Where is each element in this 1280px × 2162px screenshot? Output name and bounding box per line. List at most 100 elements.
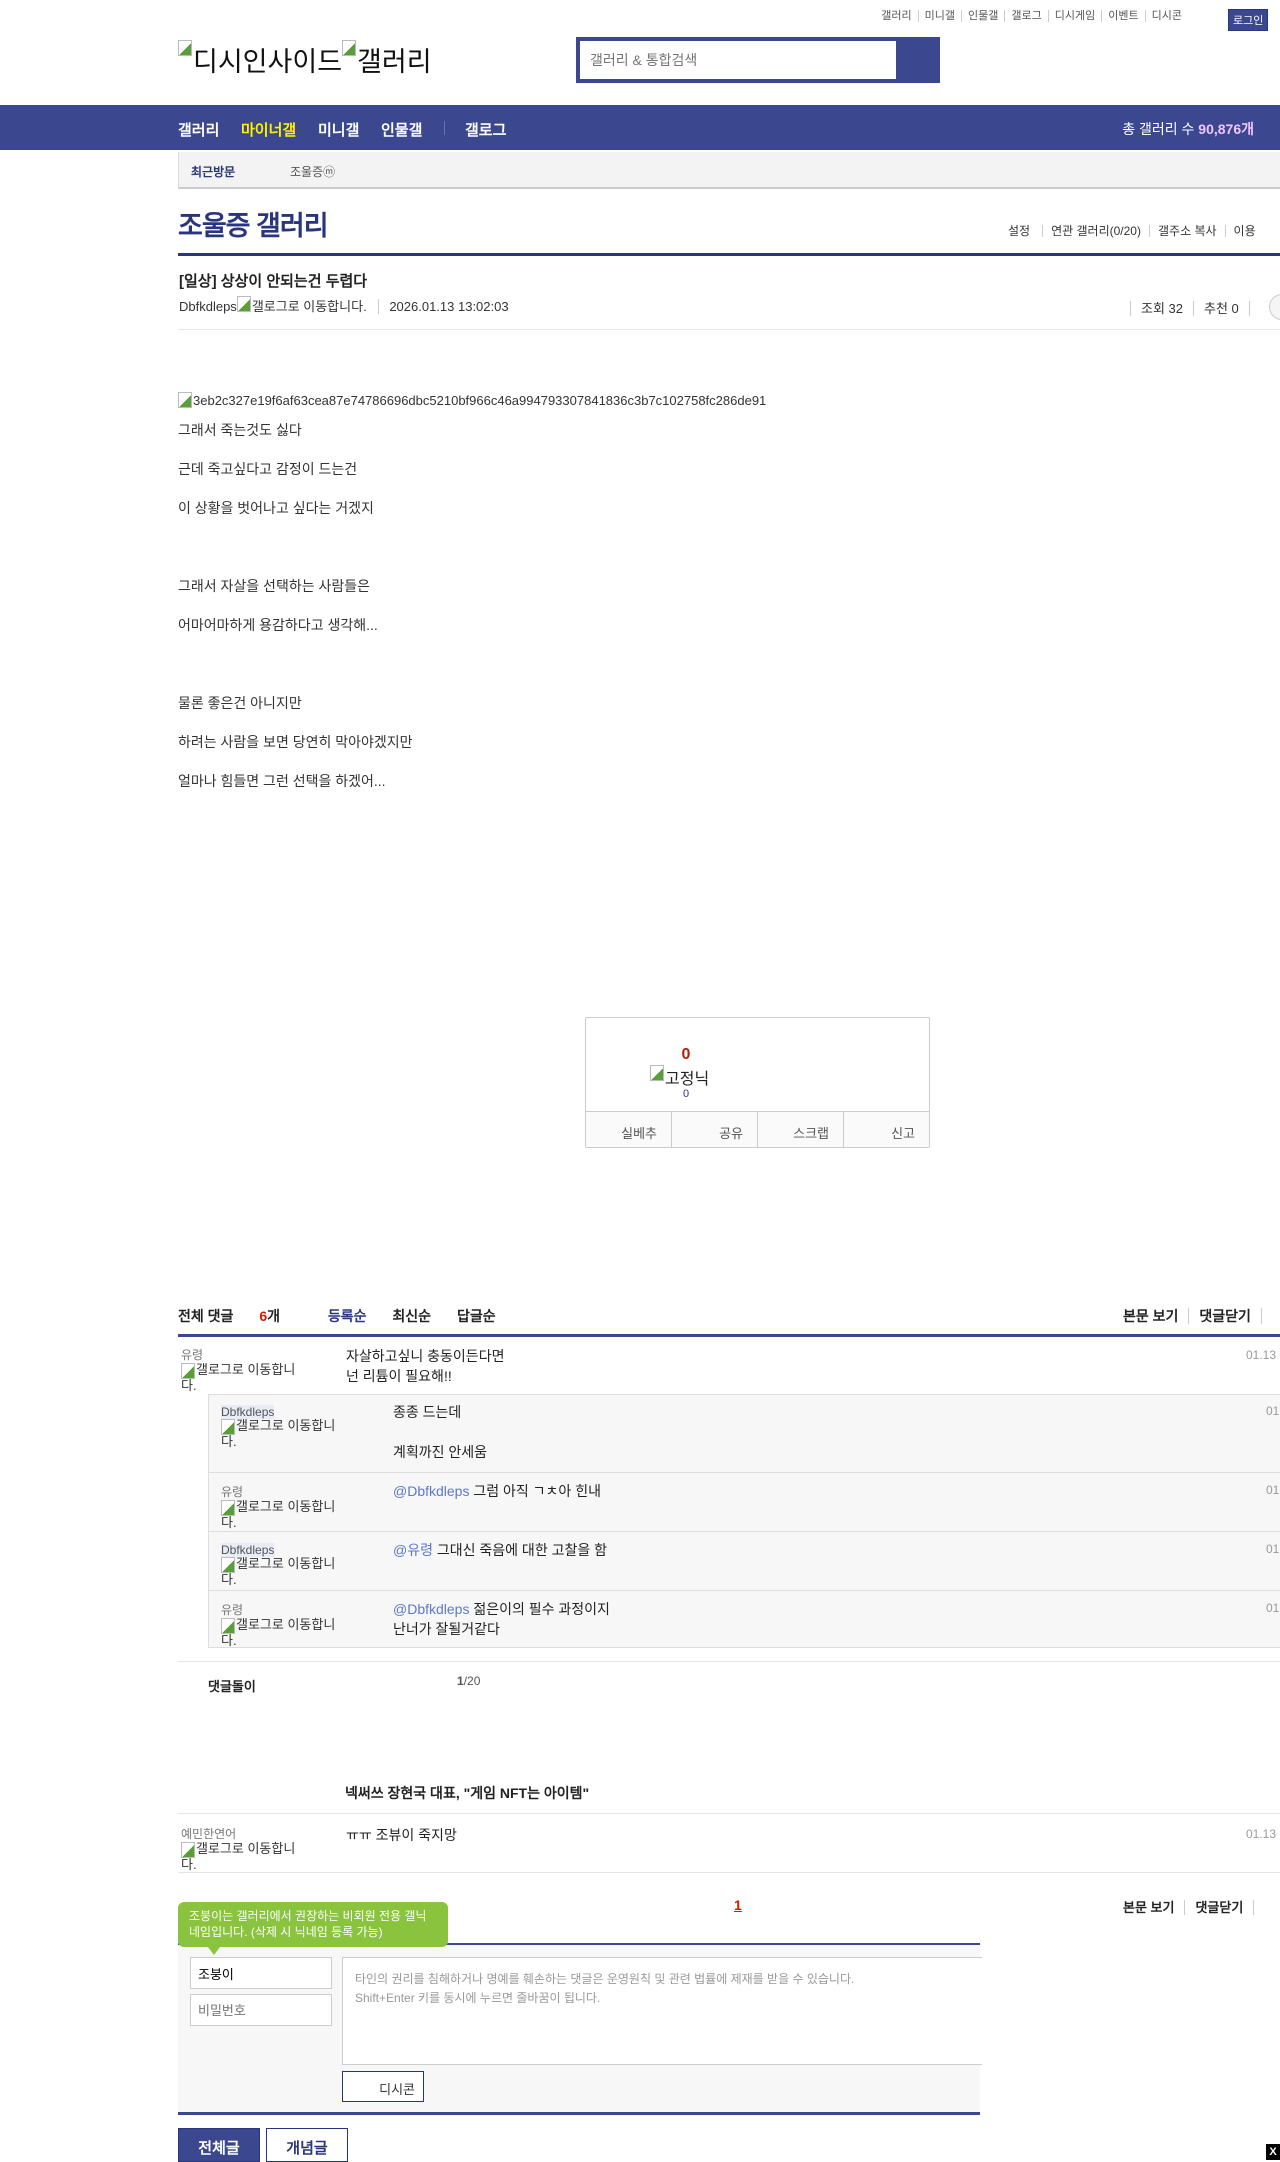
comment-page-current[interactable]: 1 xyxy=(734,1897,742,1913)
fixed-nick-label: 고정닉 xyxy=(665,1071,710,1088)
reply-item: 유령 갤로그로 이동합니다. @Dbfkdleps 그럼 아직 ㄱㅊ아 힌내 01… xyxy=(209,1472,1280,1531)
reply-mention[interactable]: @Dbfkdleps xyxy=(393,1483,469,1499)
post-line xyxy=(178,537,766,576)
post-line xyxy=(178,654,766,693)
logo[interactable]: 디시인사이드 갤러리 xyxy=(178,40,432,79)
broken-image-icon xyxy=(221,1419,235,1435)
post-line: 근데 죽고싶다고 감정이 드는건 xyxy=(178,461,358,477)
comment-nick[interactable]: 예민한연어 xyxy=(181,1825,306,1842)
broken-image-icon xyxy=(178,40,192,56)
more-button[interactable] xyxy=(1269,294,1280,320)
usage-link[interactable]: 이용 xyxy=(1224,225,1264,237)
settings-link[interactable]: 설정 xyxy=(1000,225,1042,237)
best-posts-button[interactable]: 개념글 xyxy=(266,2128,348,2162)
search-input[interactable] xyxy=(580,41,896,79)
recent-gallery-link[interactable]: 조울증ⓜ xyxy=(290,163,335,180)
gallog-link[interactable]: 갤로그로 이동합니다. xyxy=(221,1499,335,1530)
post-author[interactable]: Dbfkdleps xyxy=(179,299,237,314)
nav-gallery[interactable]: 갤러리 xyxy=(178,119,219,140)
broken-image-icon xyxy=(342,40,357,56)
total-galleries: 총 갤러리 수 90,876개 xyxy=(1122,119,1254,139)
comment-bot-label: 댓글돌이 xyxy=(208,1679,256,1694)
broken-image-icon xyxy=(178,392,192,408)
divider xyxy=(178,1872,1280,1873)
login-button[interactable]: 로그인 xyxy=(1228,9,1269,31)
reply-item: Dbfkdleps갤로그로 이동합니다. 종종 드는데계획까진 안세움 01.1… xyxy=(209,1394,1280,1472)
recommend-box: 0 고정닉 0 실베추 공유 스크랩 신고 xyxy=(585,1017,930,1148)
gallog-link[interactable]: 갤로그로 이동합니다. xyxy=(181,1841,295,1872)
close-comments-link[interactable]: 댓글닫기 xyxy=(1188,1308,1261,1324)
real-best-button[interactable]: 실베추 xyxy=(586,1112,671,1147)
search-button[interactable] xyxy=(896,37,940,83)
sort-registered[interactable]: 등록순 xyxy=(328,1308,367,1324)
top-link[interactable]: 미니갤 xyxy=(917,10,961,22)
top-link[interactable]: 디시게임 xyxy=(1047,10,1101,22)
comment-total: 전체 댓글 6개 xyxy=(178,1308,302,1324)
top-link[interactable]: 인물갤 xyxy=(961,10,1004,22)
gallog-link[interactable]: 갤로그로 이동합니다. xyxy=(221,1556,335,1587)
gallog-link[interactable]: 갤로그로 이동합니다. xyxy=(221,1418,335,1449)
related-gallery-link[interactable]: 연관 갤러리(0/20) xyxy=(1042,225,1149,237)
reply-nick[interactable]: 유령 xyxy=(221,1603,243,1617)
nav-divider xyxy=(444,121,445,135)
post-image: 3eb2c327e19f6af63cea87e74786696dbc5210bf… xyxy=(178,392,766,420)
gallog-link[interactable]: 갤로그로 이동합니다. xyxy=(252,299,367,314)
close-ad-button[interactable]: X xyxy=(1266,2144,1280,2160)
post-line: 어마어마하게 용감하다고 생각해... xyxy=(178,617,378,633)
top-link[interactable]: 이벤트 xyxy=(1101,10,1144,22)
total-value: 90,876개 xyxy=(1198,121,1254,137)
ad-headline[interactable]: 넥써쓰 장현국 대표, "게임 NFT는 아이템" xyxy=(345,1783,589,1803)
divider xyxy=(178,1661,1280,1662)
reply-nick[interactable]: Dbfkdleps xyxy=(221,1405,275,1419)
post-line: 얼마나 힘들면 그런 선택을 하겠어... xyxy=(178,773,386,789)
sort-latest[interactable]: 최신순 xyxy=(392,1308,431,1324)
bot-page-total: /20 xyxy=(463,1674,481,1688)
top-link[interactable]: 갤러리 xyxy=(875,10,917,22)
search-box xyxy=(576,37,940,83)
report-button[interactable]: 신고 xyxy=(843,1112,929,1147)
scrap-button[interactable]: 스크랩 xyxy=(757,1112,843,1147)
broken-image-icon xyxy=(650,1065,664,1081)
comment-count: 6 xyxy=(259,1308,268,1324)
dccon-button[interactable]: 디시콘 xyxy=(342,2071,424,2102)
fixed-nick-recommend[interactable]: 고정닉 xyxy=(650,1065,709,1089)
reply-nick[interactable]: 유령 xyxy=(221,1485,243,1499)
close-comments-link[interactable]: 댓글닫기 xyxy=(1184,1900,1254,1915)
broken-image-icon xyxy=(181,1363,195,1379)
divider xyxy=(178,1813,1280,1814)
post-line: 이 상황을 벗어나고 싶다는 거겠지 xyxy=(178,500,374,516)
reply-mention[interactable]: @유령 xyxy=(393,1542,433,1558)
reply-time: 01.13 xyxy=(1265,1542,1280,1556)
comment-item: 유령 갤로그로 이동합니다. 자살하고싶니 충동이든다면 넌 리튬이 필요해!! 0… xyxy=(178,1346,1280,1394)
view-post-link[interactable]: 본문 보기 xyxy=(1113,1308,1188,1324)
post-body: 3eb2c327e19f6af63cea87e74786696dbc5210bf… xyxy=(178,392,766,810)
nav-person-gallery[interactable]: 인물갤 xyxy=(381,119,422,140)
nickname-input[interactable] xyxy=(190,1957,332,1989)
gallog-link[interactable]: 갤로그로 이동합니다. xyxy=(221,1617,335,1648)
nav-mini-gallery[interactable]: 미니갤 xyxy=(318,119,359,140)
top-link[interactable]: 갤로그 xyxy=(1004,10,1047,22)
logo-section: 갤러리 xyxy=(357,47,432,77)
view-post-link[interactable]: 본문 보기 xyxy=(1113,1900,1184,1915)
comment-text: ㅠㅠ 조뷰이 죽지망 xyxy=(346,1827,457,1843)
share-button[interactable]: 공유 xyxy=(671,1112,757,1147)
reply-nick[interactable]: Dbfkdleps xyxy=(221,1543,275,1557)
gallog-link[interactable]: 갤로그로 이동합니다. xyxy=(181,1362,295,1393)
copy-address-link[interactable]: 갤주소 복사 xyxy=(1148,225,1225,237)
gallery-title[interactable]: 조울증 갤러리 xyxy=(178,204,329,243)
password-input[interactable] xyxy=(190,1994,332,2026)
comment-item: 예민한연어 갤로그로 이동합니다. ㅠㅠ 조뷰이 죽지망 01.13 xyxy=(178,1825,1280,1873)
comment-bot-page: 1/20 xyxy=(457,1674,480,1688)
recommend-count: 추천 0 xyxy=(1193,301,1249,316)
comment-nick[interactable]: 유령 xyxy=(181,1346,306,1363)
sort-replies[interactable]: 답글순 xyxy=(457,1308,496,1324)
all-posts-button[interactable]: 전체글 xyxy=(178,2128,260,2162)
reply-mention[interactable]: @Dbfkdleps xyxy=(393,1601,469,1617)
top-link[interactable]: 디시콘 xyxy=(1144,10,1188,22)
nav-gallog[interactable]: 갤로그 xyxy=(465,119,506,140)
nav-minor-gallery[interactable]: 마이너갤 xyxy=(241,119,296,140)
comment-controls: 본문 보기 댓글닫기 xyxy=(1113,1306,1280,1326)
reply-time: 01.13 xyxy=(1265,1404,1280,1418)
recommend-count: 0 xyxy=(681,1046,691,1063)
comment-textarea[interactable]: 타인의 권리를 침해하거나 명예를 훼손하는 댓글은 운영원칙 및 관련 법률에… xyxy=(342,1957,982,2065)
